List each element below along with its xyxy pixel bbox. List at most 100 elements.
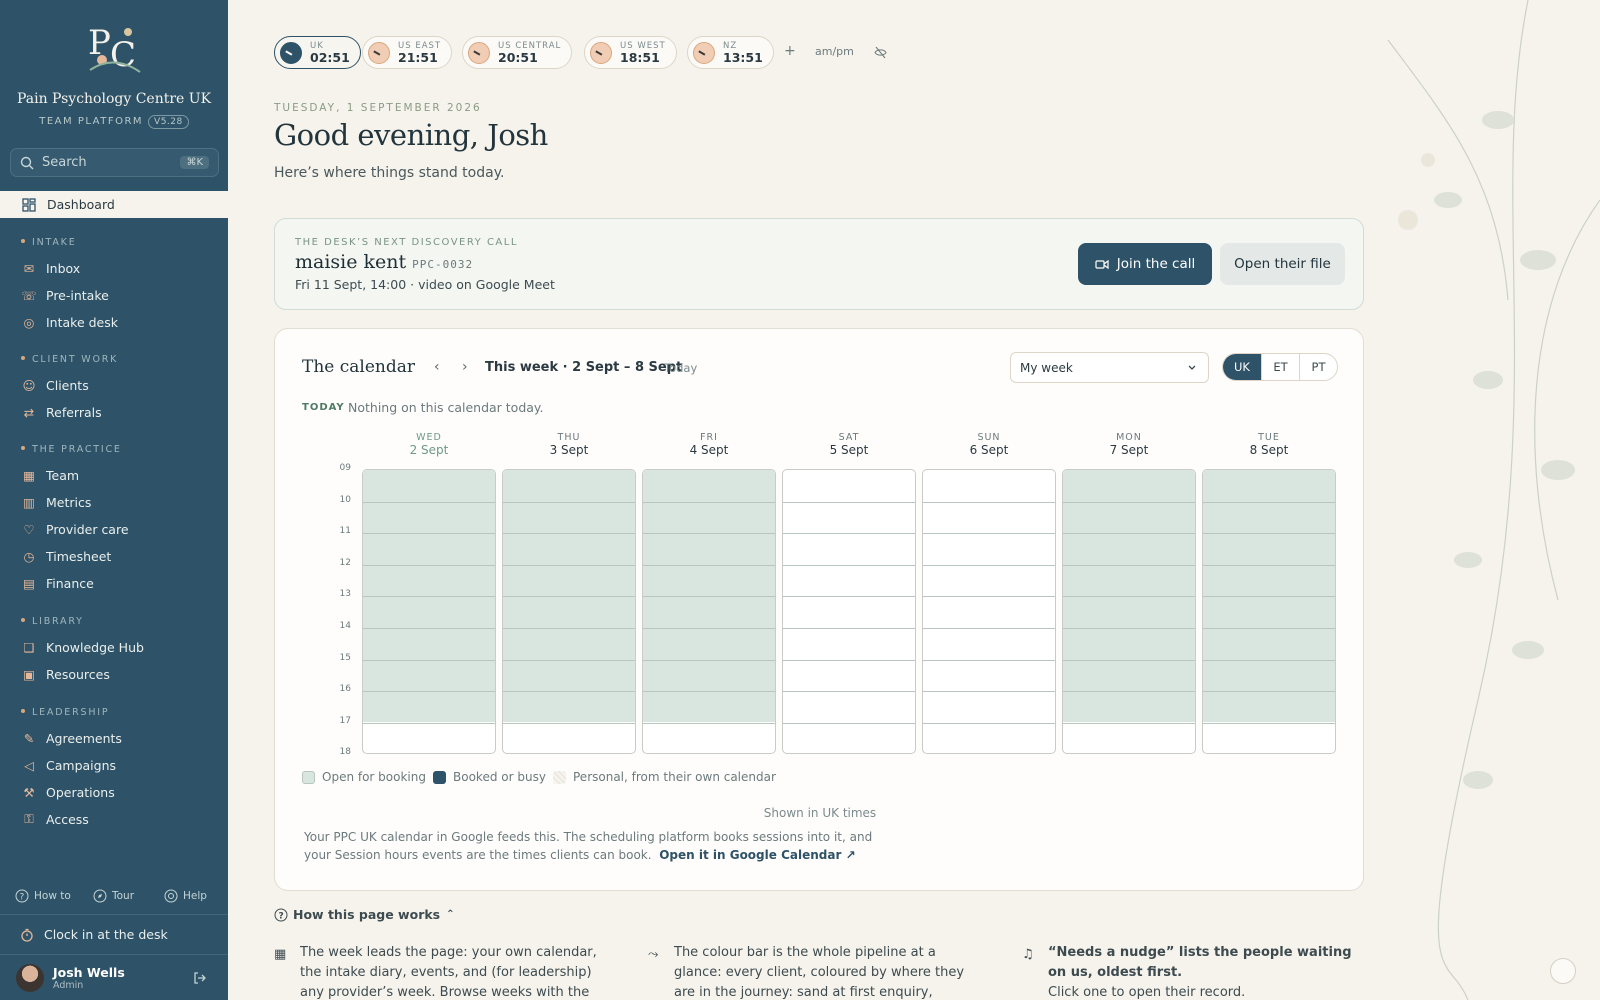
hour-line: [643, 533, 775, 535]
timer-icon: ◷: [23, 548, 35, 564]
day-column[interactable]: [502, 469, 636, 754]
wrench-icon: ⚒: [23, 784, 35, 800]
sidebar-item-referrals[interactable]: ⇄ Referrals: [21, 404, 102, 420]
lifebuoy-icon: [164, 889, 178, 903]
day-column[interactable]: [1202, 469, 1336, 754]
day-column[interactable]: [1062, 469, 1196, 754]
hour-line: [783, 596, 915, 598]
hour-label: 16: [339, 684, 351, 695]
client-ref: PPC-0032: [412, 258, 474, 271]
hour-line: [1203, 659, 1335, 661]
how-page-works-toggle[interactable]: ? How this page works ⌃: [274, 907, 455, 922]
hour-line: [1203, 691, 1335, 693]
google-calendar-link[interactable]: Open it in Google Calendar ↗: [659, 848, 855, 862]
hour-line: [503, 659, 635, 661]
hour-line: [503, 722, 635, 724]
hour-line: [503, 564, 635, 566]
timezone-us-west[interactable]: US WEST 18:51: [584, 36, 677, 69]
timezone-note: Shown in UK times: [763, 806, 877, 820]
notes-button[interactable]: [1550, 958, 1576, 984]
zone-uk-button[interactable]: UK: [1223, 354, 1261, 380]
ampm-toggle[interactable]: am/pm: [815, 45, 854, 58]
day-column[interactable]: [362, 469, 496, 754]
timezone-us-east[interactable]: US EAST 21:51: [362, 36, 453, 69]
open-file-button[interactable]: Open their file: [1220, 243, 1345, 285]
day-column[interactable]: [922, 469, 1056, 754]
sidebar-item-metrics[interactable]: ▥ Metrics: [21, 494, 91, 510]
logout-icon[interactable]: [192, 970, 208, 986]
add-timezone-button[interactable]: +: [784, 43, 796, 59]
how-to-link[interactable]: ? How to: [15, 889, 71, 903]
eye-off-icon[interactable]: [874, 46, 887, 59]
platform-label: TEAM PLATFORM V5.28: [0, 115, 228, 129]
sidebar-item-team[interactable]: ▦ Team: [21, 467, 79, 483]
hour-line: [1203, 596, 1335, 598]
day-name: SUN: [977, 432, 1001, 443]
hour-line: [503, 596, 635, 598]
sidebar-item-knowledge-hub[interactable]: ❏ Knowledge Hub: [21, 639, 144, 655]
sidebar-item-access[interactable]: ⚿ Access: [21, 811, 89, 827]
help-link[interactable]: Help: [164, 889, 207, 903]
sidebar-item-clients[interactable]: ☺ Clients: [21, 377, 88, 393]
hour-line: [923, 501, 1055, 503]
join-call-button[interactable]: Join the call: [1078, 243, 1212, 285]
zone-pt-button[interactable]: PT: [1299, 354, 1337, 380]
calendar-view-select[interactable]: My week: [1010, 352, 1209, 383]
sidebar-item-campaigns[interactable]: ◁ Campaigns: [21, 757, 116, 773]
how-column-pipeline: ⤳ The colour bar is the whole pipeline at…: [648, 945, 965, 1000]
route-icon: ⤳: [648, 947, 659, 962]
bell-icon: ♫: [1022, 947, 1034, 962]
compass-icon: [93, 889, 107, 903]
timezone-uk[interactable]: UK 02:51: [274, 36, 361, 69]
day-name: FRI: [700, 432, 718, 443]
hour-line: [363, 596, 495, 598]
clock-icon: [693, 41, 715, 64]
hour-line: [1063, 564, 1195, 566]
sidebar-item-dashboard[interactable]: Dashboard: [0, 191, 228, 218]
sidebar-item-finance[interactable]: ▤ Finance: [21, 575, 94, 591]
receipt-icon: ▤: [23, 575, 35, 591]
hour-line: [1203, 564, 1335, 566]
hour-line: [1063, 628, 1195, 629]
prev-week-button[interactable]: ‹: [434, 359, 440, 375]
svg-text:?: ?: [20, 893, 25, 903]
day-column[interactable]: [782, 469, 916, 754]
user-key-icon: ⚿: [24, 811, 34, 826]
timezone-us-central[interactable]: US CENTRAL 20:51: [462, 36, 573, 69]
practice-logo: PC: [88, 23, 141, 75]
day-date: 5 Sept: [829, 443, 869, 457]
sidebar-item-pre-intake[interactable]: ☏ Pre-intake: [21, 287, 109, 303]
hour-label: 15: [339, 652, 351, 663]
zone-et-button[interactable]: ET: [1261, 354, 1299, 380]
day-name: MON: [1116, 432, 1142, 443]
today-button[interactable]: Today: [664, 361, 697, 375]
legend-swatch: [302, 770, 315, 784]
sidebar: PC Pain Psychology Centre UK TEAM PLATFO…: [0, 0, 228, 1000]
sidebar-item-agreements[interactable]: ✎ Agreements: [21, 730, 122, 746]
sidebar-item-operations[interactable]: ⚒ Operations: [21, 784, 114, 800]
next-week-button[interactable]: ›: [462, 359, 468, 375]
hour-line: [923, 596, 1055, 598]
clock-in-button[interactable]: Clock in at the desk: [0, 914, 228, 954]
search-input[interactable]: Search ⌘K: [10, 148, 219, 177]
question-circle-icon: ?: [15, 889, 29, 903]
hour-line: [363, 659, 495, 661]
hour-line: [643, 564, 775, 566]
day-header: WED 2 Sept: [362, 432, 496, 457]
day-column[interactable]: [642, 469, 776, 754]
sidebar-item-intake-desk[interactable]: ◎ Intake desk: [21, 314, 118, 330]
sidebar-item-resources[interactable]: ▣ Resources: [21, 666, 110, 682]
timezone-nz[interactable]: NZ 13:51: [687, 36, 774, 69]
hour-line: [363, 628, 495, 629]
hour-line: [783, 659, 915, 661]
today-summary: Nothing on this calendar today.: [348, 400, 544, 415]
legend-booked: Booked or busy: [433, 770, 546, 784]
user-profile[interactable]: Josh Wells Admin: [0, 954, 228, 1000]
sidebar-item-inbox[interactable]: ✉ Inbox: [21, 260, 80, 276]
stopwatch-icon: [21, 928, 33, 942]
sidebar-item-provider-care[interactable]: ♡ Provider care: [21, 521, 128, 537]
day-date: 6 Sept: [969, 443, 1009, 457]
tour-link[interactable]: Tour: [93, 889, 134, 903]
inbox-icon: ✉: [23, 260, 35, 276]
sidebar-item-timesheet[interactable]: ◷ Timesheet: [21, 548, 112, 564]
